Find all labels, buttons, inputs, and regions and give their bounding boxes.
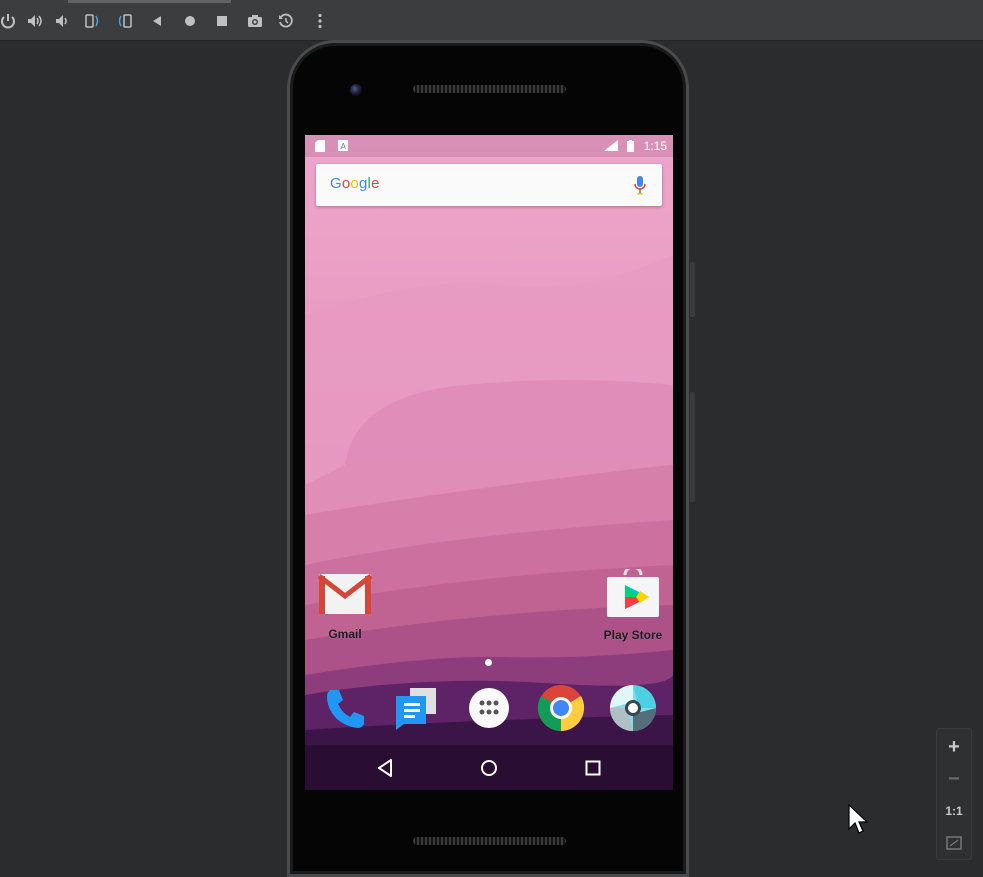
actual-size-button[interactable]: 1:1 bbox=[937, 795, 971, 827]
page-indicator bbox=[485, 659, 492, 666]
svg-text:A: A bbox=[341, 142, 347, 151]
gmail-label: Gmail bbox=[328, 627, 362, 641]
nav-back-icon[interactable] bbox=[375, 757, 397, 779]
mouse-cursor-icon bbox=[848, 804, 868, 834]
bottom-speaker bbox=[413, 837, 566, 845]
play-store-app[interactable]: Play Store bbox=[597, 565, 669, 642]
rotate-right-icon bbox=[118, 14, 132, 28]
zoom-out-button[interactable]: − bbox=[937, 763, 971, 795]
device-screen[interactable]: A 1:15 Google Gmail Play Store bbox=[305, 135, 673, 790]
google-search-bar[interactable]: Google bbox=[316, 164, 662, 206]
volume-up-button[interactable] bbox=[24, 10, 46, 32]
chrome-icon[interactable] bbox=[537, 684, 585, 732]
overview-icon bbox=[217, 16, 227, 26]
messages-icon[interactable] bbox=[392, 684, 440, 732]
google-logo: Google bbox=[330, 175, 380, 192]
mic-icon[interactable] bbox=[634, 176, 646, 195]
nav-recents-icon[interactable] bbox=[582, 757, 604, 779]
more-button[interactable] bbox=[309, 10, 331, 32]
back-icon bbox=[153, 16, 161, 26]
top-speaker bbox=[413, 85, 566, 93]
rotate-left-icon bbox=[85, 14, 99, 28]
front-camera bbox=[350, 84, 362, 96]
fit-screen-button[interactable] bbox=[937, 827, 971, 859]
volume-up-icon bbox=[28, 15, 42, 27]
sd-card-icon bbox=[315, 140, 325, 152]
play-store-icon bbox=[607, 565, 659, 617]
overview-button[interactable] bbox=[211, 10, 233, 32]
app-drawer-icon[interactable] bbox=[465, 684, 513, 732]
home-icon bbox=[185, 16, 195, 26]
battery-icon bbox=[627, 140, 634, 152]
emulator-toolbar bbox=[0, 0, 983, 41]
snapshot-button[interactable] bbox=[275, 10, 297, 32]
home-button[interactable] bbox=[179, 10, 201, 32]
toolbar-progress-bar bbox=[68, 0, 231, 3]
device-power-key[interactable] bbox=[690, 262, 695, 317]
snapshot-icon bbox=[279, 13, 293, 28]
gmail-app[interactable]: Gmail bbox=[309, 572, 381, 641]
power-icon bbox=[1, 14, 15, 29]
status-bar: A 1:15 bbox=[305, 135, 673, 157]
zoom-controls: + − 1:1 bbox=[936, 728, 972, 860]
nav-home-icon[interactable] bbox=[478, 757, 500, 779]
back-button[interactable] bbox=[146, 10, 168, 32]
zoom-in-button[interactable]: + bbox=[937, 731, 971, 763]
volume-down-icon bbox=[56, 15, 67, 27]
play-store-label: Play Store bbox=[603, 628, 663, 642]
android-nav-bar bbox=[305, 745, 673, 790]
keyboard-a-icon: A bbox=[338, 140, 348, 151]
more-icon bbox=[318, 13, 322, 29]
power-button[interactable] bbox=[0, 10, 19, 32]
signal-icon bbox=[604, 140, 618, 151]
rotate-left-button[interactable] bbox=[81, 10, 103, 32]
camera-app-icon[interactable] bbox=[609, 684, 657, 732]
camera-icon bbox=[248, 15, 262, 27]
gmail-icon bbox=[317, 574, 373, 614]
fit-screen-icon bbox=[946, 836, 962, 850]
status-time: 1:15 bbox=[643, 139, 667, 153]
screenshot-button[interactable] bbox=[244, 10, 266, 32]
rotate-right-button[interactable] bbox=[114, 10, 136, 32]
device-volume-key[interactable] bbox=[690, 392, 695, 502]
phone-icon[interactable] bbox=[321, 684, 369, 732]
volume-down-button[interactable] bbox=[51, 10, 73, 32]
